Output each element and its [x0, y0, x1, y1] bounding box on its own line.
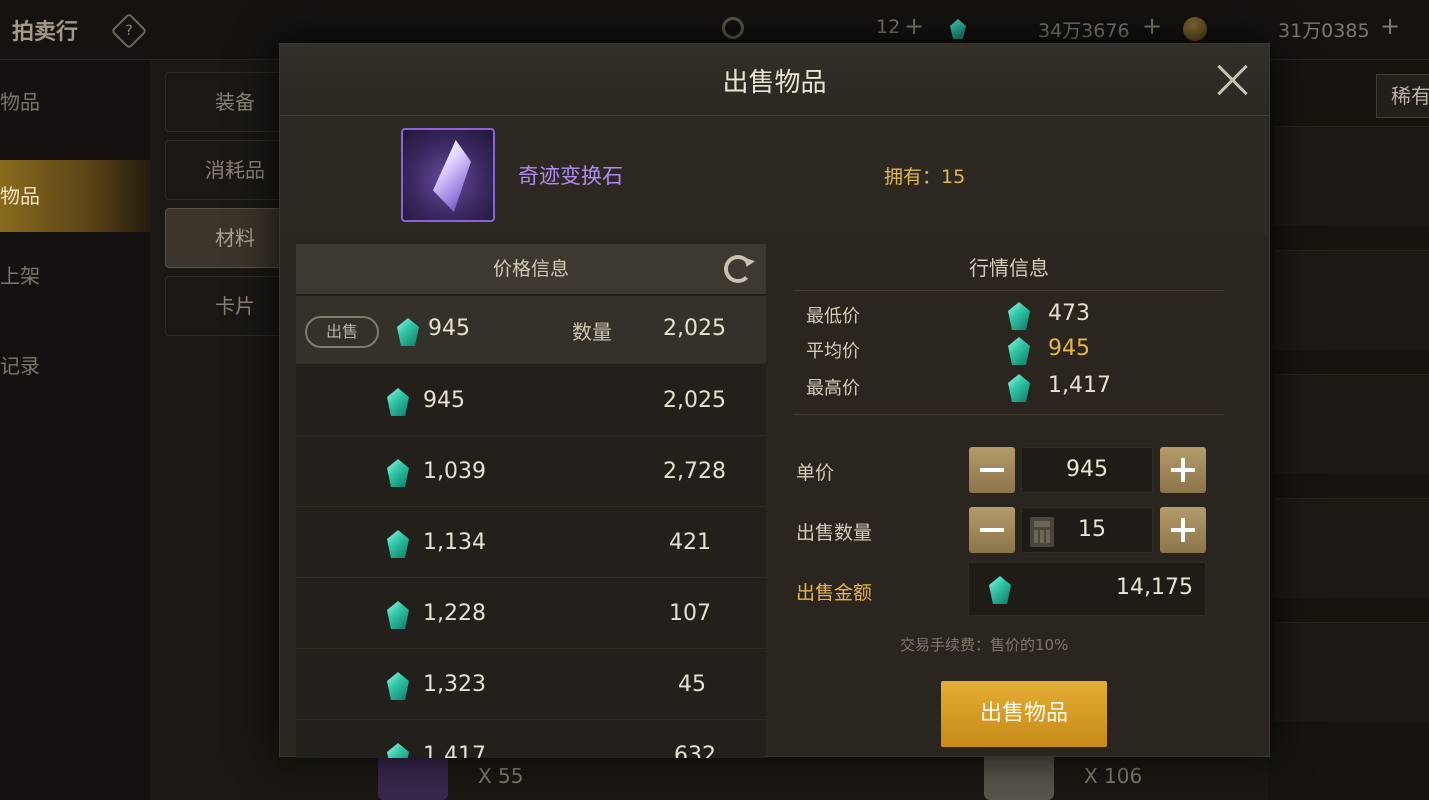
screen-title: 拍卖行	[12, 20, 79, 45]
minus-icon	[980, 468, 1004, 472]
quantity-increment-button[interactable]	[1160, 507, 1206, 553]
gem-icon	[1008, 374, 1030, 402]
quantity-decrement-button[interactable]	[969, 507, 1015, 553]
calculator-icon[interactable]	[1030, 517, 1054, 547]
gold-currency-add-button[interactable]: +	[1380, 12, 1400, 40]
max-price-label: 最高价	[806, 378, 860, 399]
crystal-item-icon	[401, 128, 495, 222]
gem-currency-value: 34万3676	[1038, 20, 1130, 42]
nav-item-buy[interactable]: 买物品	[0, 72, 150, 132]
item-name: 奇迹变换石	[518, 164, 623, 188]
currency-c-icon	[722, 17, 744, 39]
avg-price-value: 945	[1048, 336, 1090, 361]
item-thumbnail	[984, 752, 1054, 800]
gem-icon	[1008, 337, 1030, 365]
help-icon[interactable]: ?	[110, 12, 148, 50]
gold-currency-value: 31万0385	[1278, 20, 1370, 42]
list-item[interactable]	[1275, 622, 1429, 722]
refresh-icon[interactable]	[724, 255, 752, 283]
row-quantity: 2,728	[663, 459, 726, 484]
nav-item-sell[interactable]: 售物品	[0, 160, 150, 232]
gem-currency-icon	[950, 19, 966, 39]
divider	[794, 290, 1224, 291]
total-amount-label: 出售金额	[796, 582, 873, 604]
row-quantity: 45	[678, 672, 706, 697]
list-item[interactable]	[1275, 374, 1429, 474]
gem-icon	[397, 318, 419, 346]
dialog-header: 出售物品	[280, 44, 1269, 116]
row-price: 945	[423, 388, 465, 413]
price-row[interactable]: 1,323 45	[296, 650, 766, 720]
row-quantity: 107	[669, 601, 711, 626]
gem-icon	[387, 459, 409, 487]
gem-icon	[989, 576, 1011, 604]
price-row-current[interactable]: 出售 945 数量 2,025	[296, 296, 766, 364]
row-price: 1,323	[423, 672, 486, 697]
total-amount-value: 14,175	[1116, 575, 1193, 600]
unit-price-label: 单价	[796, 462, 835, 484]
nav-item-history[interactable]: 用记录	[0, 336, 150, 396]
owned-count: 拥有：15	[884, 166, 966, 188]
price-panel-title: 价格信息	[492, 258, 569, 280]
fee-note: 交易手续费：售价的10%	[900, 636, 1069, 654]
plus-icon-v	[1181, 518, 1185, 542]
price-row[interactable]: 1,228 107	[296, 579, 766, 649]
gem-icon	[387, 743, 409, 758]
close-icon[interactable]	[1215, 62, 1251, 98]
item-count: X 106	[1084, 764, 1143, 788]
min-price-value: 473	[1048, 301, 1090, 326]
price-row[interactable]: 1,417 632	[296, 721, 766, 758]
gem-currency-add-button[interactable]: +	[1142, 12, 1162, 40]
price-row[interactable]: 1,039 2,728	[296, 437, 766, 507]
unit-price-decrement-button[interactable]	[969, 447, 1015, 493]
price-panel-header: 价格信息	[296, 244, 766, 294]
row-price: 1,134	[423, 530, 486, 555]
row-price: 945	[428, 316, 470, 341]
gem-icon	[387, 672, 409, 700]
gem-icon	[1008, 302, 1030, 330]
sell-item-dialog: 出售物品 奇迹变换石 拥有：15 价格信息 出售 945 数量 2,025 94…	[279, 43, 1270, 758]
row-price: 1,228	[423, 601, 486, 626]
gold-coin-icon	[1183, 17, 1207, 41]
gem-icon	[387, 388, 409, 416]
row-quantity: 632	[674, 743, 716, 758]
gem-icon	[387, 601, 409, 629]
unit-price-input[interactable]: 945	[1021, 447, 1153, 493]
nav-item-listed[interactable]: 的上架	[0, 246, 150, 306]
min-price-label: 最低价	[806, 306, 860, 327]
row-price: 1,039	[423, 459, 486, 484]
price-row[interactable]: 1,134 421	[296, 508, 766, 578]
dialog-title: 出售物品	[722, 68, 827, 98]
list-item[interactable]	[1275, 498, 1429, 598]
item-thumbnail	[378, 752, 448, 800]
item-count: X 55	[478, 764, 524, 788]
price-row[interactable]: 945 2,025	[296, 366, 766, 436]
avg-price-label: 平均价	[806, 341, 860, 362]
currency-c-value: 12	[876, 16, 901, 38]
sell-tag: 出售	[305, 316, 379, 348]
row-quantity: 421	[669, 530, 711, 555]
price-list-panel: 价格信息 出售 945 数量 2,025 945 2,025 1,039 2,7…	[296, 244, 766, 758]
gem-icon	[387, 530, 409, 558]
row-price: 1,417	[423, 743, 486, 758]
left-nav: 买物品 售物品 的上架 用记录	[0, 60, 150, 800]
rarity-filter-button[interactable]: 稀有	[1376, 74, 1429, 118]
list-item[interactable]	[1275, 126, 1429, 226]
minus-icon	[980, 528, 1004, 532]
plus-icon-v	[1181, 458, 1185, 482]
row-quantity: 2,025	[663, 388, 726, 413]
row-quantity: 2,025	[663, 316, 726, 341]
divider	[794, 414, 1224, 415]
total-amount-box: 14,175	[968, 562, 1206, 616]
currency-c-add-button[interactable]: +	[904, 12, 924, 40]
sell-item-button[interactable]: 出售物品	[941, 681, 1107, 747]
list-item[interactable]	[1275, 250, 1429, 350]
max-price-value: 1,417	[1048, 373, 1111, 398]
quantity-label: 数量	[572, 320, 612, 344]
unit-price-increment-button[interactable]	[1160, 447, 1206, 493]
crystal-shape	[433, 140, 471, 212]
quantity-label: 出售数量	[796, 522, 873, 544]
market-info-title: 行情信息	[969, 256, 1049, 280]
